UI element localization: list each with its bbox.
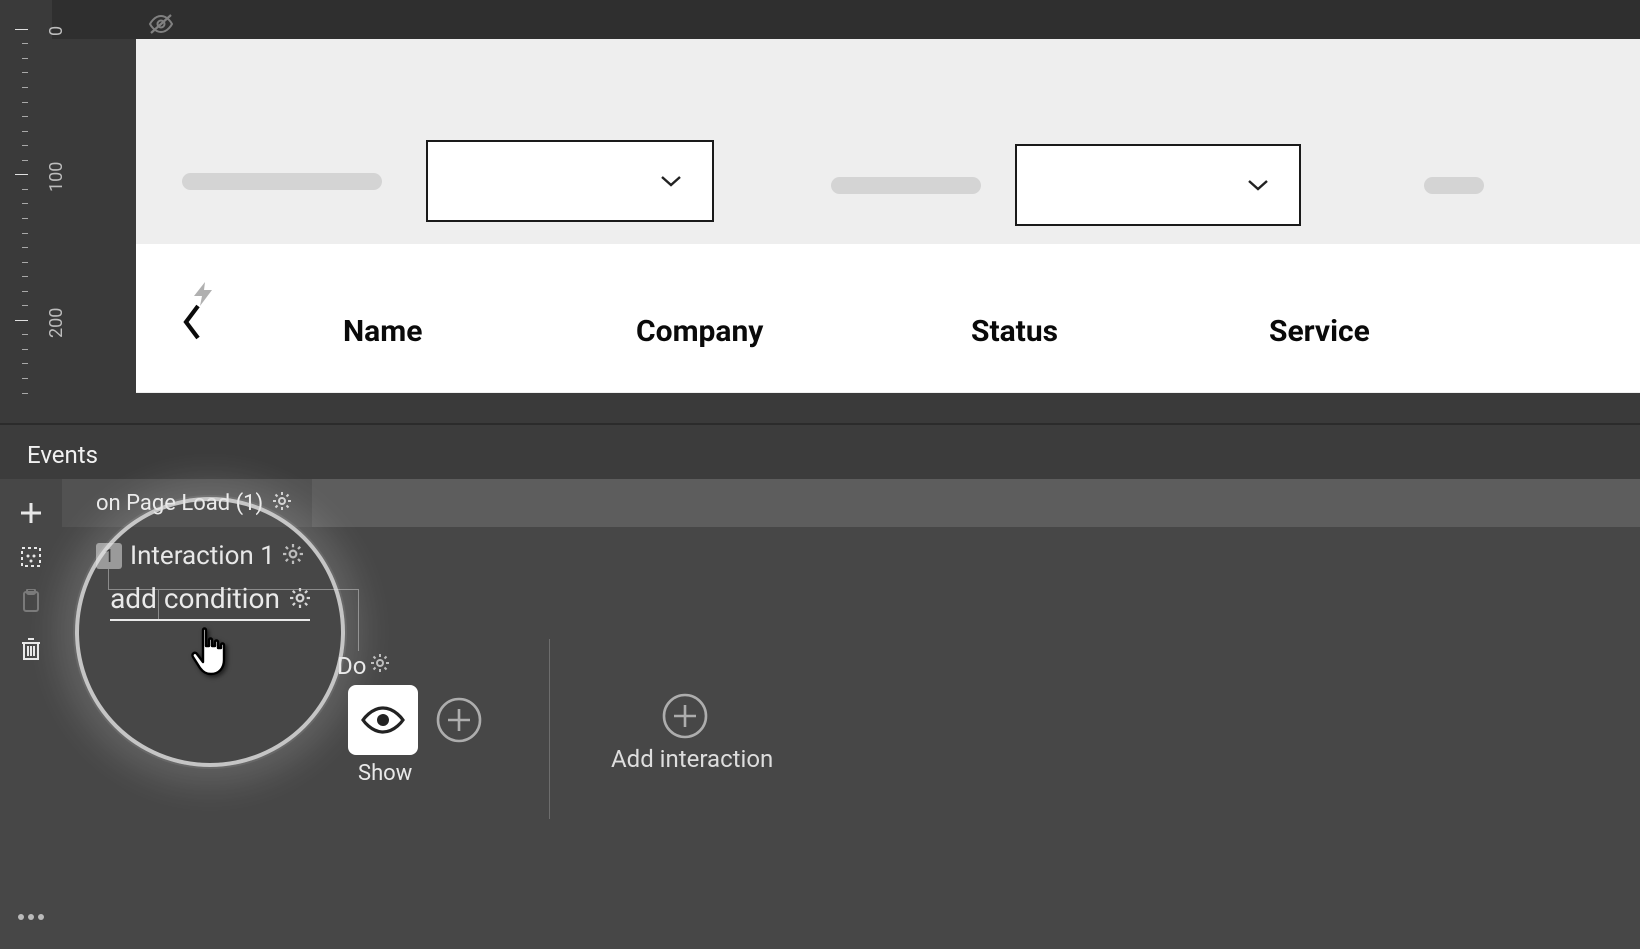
chevron-down-icon — [1247, 179, 1269, 191]
event-header-spacer — [312, 479, 1640, 527]
event-trigger-title: on Page Load (1) — [96, 491, 263, 516]
action-show-tile[interactable] — [348, 685, 418, 755]
ruler-mark: 100 — [46, 162, 67, 192]
tab-events[interactable]: Events — [27, 441, 98, 483]
ruler-mark: 0 — [46, 26, 67, 36]
column-header-service[interactable]: Service — [1269, 314, 1370, 349]
ruler-vertical: 0 100 200 — [0, 0, 52, 423]
interaction-node[interactable]: 1 Interaction 1 — [96, 541, 303, 571]
back-button[interactable] — [180, 302, 204, 346]
add-interaction-button[interactable] — [662, 693, 708, 743]
gear-icon[interactable] — [273, 491, 291, 516]
placeholder-pill — [1424, 177, 1484, 194]
select-area-button[interactable] — [0, 535, 62, 579]
event-tree: 1 Interaction 1 Do Show A — [62, 527, 1640, 949]
dropdown-2[interactable] — [1015, 144, 1301, 226]
placeholder-pill — [182, 173, 382, 190]
eye-icon — [361, 705, 405, 735]
events-tabs: Events — [0, 423, 1640, 479]
interaction-index: 1 — [96, 543, 122, 569]
action-show-label: Show — [358, 761, 412, 786]
top-bar — [0, 0, 1640, 39]
column-header-company[interactable]: Company — [636, 314, 763, 349]
eye-off-icon[interactable] — [148, 13, 174, 39]
table-header-bar: Name Company Status Service — [136, 244, 1640, 392]
do-label: Do — [337, 652, 366, 680]
column-header-name[interactable]: Name — [343, 314, 422, 349]
vertical-divider — [549, 639, 550, 819]
event-trigger-row[interactable]: on Page Load (1) — [62, 479, 1640, 527]
interaction-label: Interaction 1 — [130, 541, 275, 571]
clipboard-button — [0, 579, 62, 623]
filter-row — [136, 39, 1640, 243]
add-interaction-label: Add interaction — [611, 745, 773, 773]
dropdown-1[interactable] — [426, 140, 714, 222]
design-canvas[interactable]: Name Company Status Service — [136, 39, 1640, 393]
gear-icon[interactable] — [371, 654, 389, 676]
events-panel: on Page Load (1) 1 Interaction 1 Do — [0, 479, 1640, 949]
ruler-mark: 200 — [46, 308, 67, 338]
add-event-button[interactable] — [0, 491, 62, 535]
add-action-button[interactable] — [436, 697, 482, 747]
delete-button[interactable] — [0, 627, 62, 671]
placeholder-pill — [831, 177, 981, 194]
chevron-down-icon — [660, 175, 682, 187]
more-button[interactable] — [0, 913, 62, 921]
column-header-status[interactable]: Status — [971, 314, 1058, 349]
events-toolbar — [0, 479, 62, 949]
gear-icon[interactable] — [283, 544, 303, 568]
